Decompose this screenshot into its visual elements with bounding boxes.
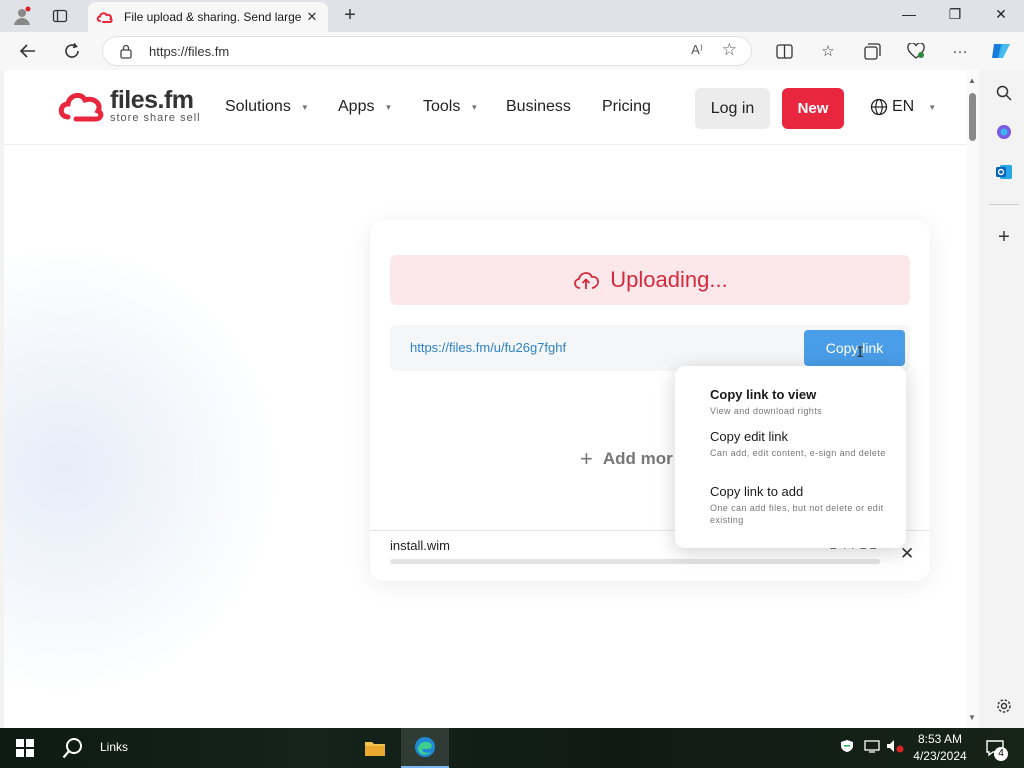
edge-sidebar: + xyxy=(985,70,1024,728)
login-button[interactable]: Log in xyxy=(695,88,770,129)
nav-apps[interactable]: Apps ▼ xyxy=(338,98,392,116)
site-header: files.fm store share sell Solutions ▼ Ap… xyxy=(4,70,966,145)
collections-icon[interactable] xyxy=(859,39,885,63)
add-sidebar-app-icon[interactable]: + xyxy=(993,226,1015,248)
globe-icon xyxy=(870,98,888,116)
nav-pricing-label: Pricing xyxy=(602,98,651,115)
restore-icon[interactable]: ❐ xyxy=(941,6,969,26)
add-more-label: Add mor xyxy=(602,449,673,468)
nav-business-label: Business xyxy=(506,98,571,115)
address-bar[interactable]: https://files.fm A⁾ ☆ xyxy=(102,36,752,66)
clock-date: 4/23/2024 xyxy=(913,749,967,763)
url-text[interactable]: https://files.fm xyxy=(149,44,229,59)
clock-time: 8:53 AM xyxy=(917,732,963,746)
nav-solutions[interactable]: Solutions ▼ xyxy=(225,98,309,116)
sidebar-settings-icon[interactable] xyxy=(993,695,1015,717)
search-icon[interactable] xyxy=(56,728,90,768)
share-link-text[interactable]: https://files.fm/u/fu26g7fghf xyxy=(410,340,566,355)
favorites-icon[interactable]: ☆ xyxy=(815,39,841,63)
nav-solutions-label: Solutions xyxy=(225,98,291,115)
more-options-icon[interactable]: ··· xyxy=(947,39,973,63)
share-link-box: https://files.fm/u/fu26g7fghf Copy link xyxy=(390,325,910,371)
nav-business[interactable]: Business xyxy=(506,98,571,116)
taskbar-search-label[interactable]: Links xyxy=(100,740,128,754)
profile-icon[interactable] xyxy=(8,4,36,28)
menu-item-title: Copy link to view xyxy=(710,387,817,402)
new-tab-button[interactable]: + xyxy=(338,4,362,28)
volume-muted-icon[interactable] xyxy=(886,739,904,756)
file-progress-bar xyxy=(390,559,880,564)
tab-title: File upload & sharing. Send large xyxy=(124,10,302,24)
files-fm-logo[interactable]: files.fm store share sell xyxy=(56,88,201,124)
read-aloud-icon[interactable]: A⁾ xyxy=(691,42,703,58)
language-label: EN xyxy=(892,98,915,115)
tab-close-icon[interactable]: ✕ xyxy=(304,9,320,25)
minimize-icon[interactable]: — xyxy=(895,6,923,26)
remove-file-close-icon[interactable]: ✕ xyxy=(900,544,914,564)
copilot-icon[interactable] xyxy=(988,39,1014,63)
copy-link-menu: Copy link to view View and download righ… xyxy=(675,366,906,548)
new-button[interactable]: New xyxy=(782,88,844,129)
sidebar-divider xyxy=(989,204,1019,205)
chevron-down-icon: ▼ xyxy=(384,102,393,112)
split-screen-icon[interactable] xyxy=(771,39,797,63)
notification-count-badge: 4 xyxy=(994,747,1008,761)
menu-item-copy-edit-link[interactable]: Copy edit link Can add, edit content, e-… xyxy=(710,429,895,459)
lock-icon[interactable] xyxy=(119,43,133,64)
outlook-icon[interactable] xyxy=(993,161,1015,183)
language-selector[interactable]: EN ▼ xyxy=(870,98,936,116)
copilot-sidebar-icon[interactable] xyxy=(993,121,1015,143)
scroll-up-icon[interactable]: ▲ xyxy=(968,76,976,85)
favorite-star-icon[interactable]: ☆ xyxy=(722,40,737,60)
brand-tagline: store share sell xyxy=(110,112,201,124)
background-glow xyxy=(4,250,274,690)
tab-files-fm[interactable]: File upload & sharing. Send large ✕ xyxy=(88,2,328,32)
page-viewport: files.fm store share sell Solutions ▼ Ap… xyxy=(4,70,966,728)
tab-actions-icon[interactable] xyxy=(46,4,74,28)
menu-item-desc: One can add files, but not delete or edi… xyxy=(710,503,884,525)
taskbar-clock[interactable]: 8:53 AM 4/23/2024 xyxy=(912,731,968,765)
windows-taskbar: Links 8:53 AM 4/23/2024 4 xyxy=(0,728,1024,768)
scroll-thumb[interactable] xyxy=(969,93,976,141)
back-arrow-icon[interactable] xyxy=(15,39,41,63)
menu-item-desc: Can add, edit content, e-sign and delete xyxy=(710,448,886,458)
brand-name: files.fm xyxy=(110,86,194,114)
browser-essentials-icon[interactable] xyxy=(903,39,929,63)
plus-icon: + xyxy=(580,446,593,471)
chevron-down-icon: ▼ xyxy=(470,102,479,112)
add-more-button[interactable]: + Add mor xyxy=(580,446,673,472)
files-fm-cloud-icon xyxy=(58,92,104,122)
menu-item-copy-add-link[interactable]: Copy link to add One can add files, but … xyxy=(710,484,895,526)
file-explorer-icon[interactable] xyxy=(352,728,398,768)
menu-item-desc: View and download rights xyxy=(710,406,823,416)
chevron-down-icon: ▼ xyxy=(300,102,309,112)
nav-tools-label: Tools xyxy=(423,98,461,115)
nav-apps-label: Apps xyxy=(338,98,375,115)
security-tray-icon[interactable] xyxy=(840,739,854,756)
network-tray-icon[interactable] xyxy=(864,739,880,756)
menu-item-title: Copy edit link xyxy=(710,429,789,444)
nav-pricing[interactable]: Pricing xyxy=(602,98,651,116)
page-scrollbar[interactable]: ▲ ▼ xyxy=(966,70,979,728)
refresh-icon[interactable] xyxy=(59,39,85,63)
text-cursor-icon: I xyxy=(856,345,865,361)
copy-link-button[interactable]: Copy link xyxy=(804,330,905,366)
menu-item-copy-view-link[interactable]: Copy link to view View and download righ… xyxy=(710,387,895,417)
scroll-down-icon[interactable]: ▼ xyxy=(968,713,976,722)
window-close-icon[interactable]: ✕ xyxy=(987,6,1015,26)
file-name: install.wim xyxy=(390,538,450,553)
search-icon[interactable] xyxy=(993,82,1015,104)
browser-titlebar: File upload & sharing. Send large ✕ + — … xyxy=(0,0,1024,32)
nav-tools[interactable]: Tools ▼ xyxy=(423,98,478,116)
files-fm-favicon-icon xyxy=(96,8,114,26)
notifications-icon[interactable]: 4 xyxy=(980,728,1010,768)
cloud-upload-icon xyxy=(574,272,600,289)
upload-status-text: Uploading... xyxy=(610,267,728,292)
chevron-down-icon: ▼ xyxy=(928,102,937,112)
menu-item-title: Copy link to add xyxy=(710,484,804,499)
upload-status-banner: Uploading... xyxy=(390,255,910,305)
windows-start-icon[interactable] xyxy=(6,728,44,768)
edge-taskbar-icon[interactable] xyxy=(401,728,449,768)
browser-toolbar: https://files.fm A⁾ ☆ ☆ ··· xyxy=(0,32,1024,70)
